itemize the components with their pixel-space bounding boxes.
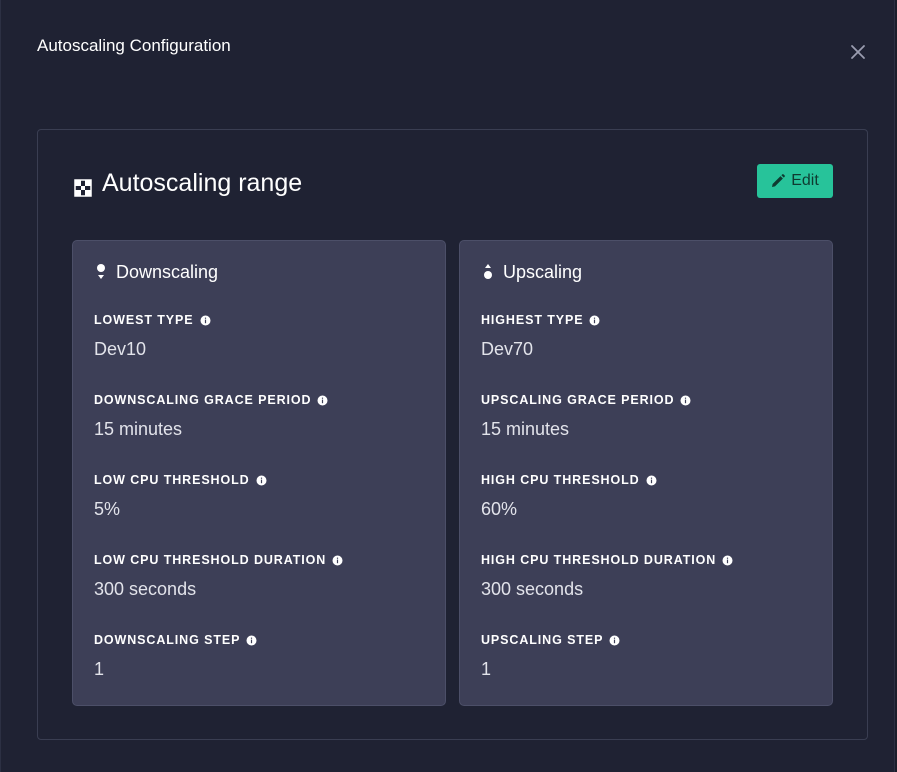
info-icon[interactable]	[646, 475, 657, 486]
autoscaling-modal: Autoscaling Configuration Autoscaling ra…	[0, 0, 895, 772]
field-label: DOWNSCALING GRACE PERIOD	[94, 393, 311, 408]
downscaling-title-text: Downscaling	[116, 261, 218, 283]
upscale-icon	[481, 263, 495, 281]
field-label: HIGHEST TYPE	[481, 313, 583, 328]
info-icon[interactable]	[317, 395, 328, 406]
info-icon[interactable]	[680, 395, 691, 406]
info-icon[interactable]	[200, 315, 211, 326]
low-cpu-threshold-duration-field: LOW CPU THRESHOLD DURATION 300 seconds	[94, 553, 343, 600]
info-icon[interactable]	[246, 635, 257, 646]
info-icon[interactable]	[609, 635, 620, 646]
downscaling-step-field: DOWNSCALING STEP 1	[94, 633, 257, 680]
field-label: LOW CPU THRESHOLD	[94, 473, 250, 488]
upscaling-title-text: Upscaling	[503, 261, 582, 283]
info-icon[interactable]	[722, 555, 733, 566]
pencil-icon	[771, 174, 785, 188]
lowest-type-field: LOWEST TYPE Dev10	[94, 313, 211, 360]
highest-type-field: HIGHEST TYPE Dev70	[481, 313, 600, 360]
panel-heading-text: Autoscaling range	[102, 168, 302, 198]
field-value: 15 minutes	[481, 418, 691, 440]
info-icon[interactable]	[332, 555, 343, 566]
downscaling-grace-period-field: DOWNSCALING GRACE PERIOD 15 minutes	[94, 393, 328, 440]
field-value: 15 minutes	[94, 418, 328, 440]
field-value: 300 seconds	[481, 578, 733, 600]
edit-button[interactable]: Edit	[757, 164, 833, 198]
field-value: 1	[94, 658, 257, 680]
info-icon[interactable]	[589, 315, 600, 326]
field-value: 5%	[94, 498, 267, 520]
field-value: 300 seconds	[94, 578, 343, 600]
modal-title: Autoscaling Configuration	[37, 36, 231, 56]
low-cpu-threshold-field: LOW CPU THRESHOLD 5%	[94, 473, 267, 520]
field-value: 60%	[481, 498, 657, 520]
downscale-icon	[94, 263, 108, 281]
info-icon[interactable]	[256, 475, 267, 486]
autoscaling-range-panel: Autoscaling range Edit Downscali	[37, 129, 868, 740]
field-label: LOW CPU THRESHOLD DURATION	[94, 553, 326, 568]
field-value: 1	[481, 658, 620, 680]
upscaling-title: Upscaling	[481, 261, 582, 283]
field-label: LOWEST TYPE	[94, 313, 194, 328]
field-value: Dev10	[94, 338, 211, 360]
field-label: UPSCALING STEP	[481, 633, 603, 648]
field-label: HIGH CPU THRESHOLD DURATION	[481, 553, 716, 568]
field-label: HIGH CPU THRESHOLD	[481, 473, 640, 488]
expand-icon	[74, 174, 92, 192]
field-value: Dev70	[481, 338, 600, 360]
panel-heading: Autoscaling range	[74, 168, 302, 198]
downscaling-card: Downscaling LOWEST TYPE Dev10 DOWNSCALIN…	[72, 240, 446, 706]
field-label: DOWNSCALING STEP	[94, 633, 240, 648]
edit-button-label: Edit	[791, 172, 819, 190]
upscaling-grace-period-field: UPSCALING GRACE PERIOD 15 minutes	[481, 393, 691, 440]
upscaling-step-field: UPSCALING STEP 1	[481, 633, 620, 680]
high-cpu-threshold-duration-field: HIGH CPU THRESHOLD DURATION 300 seconds	[481, 553, 733, 600]
high-cpu-threshold-field: HIGH CPU THRESHOLD 60%	[481, 473, 657, 520]
field-label: UPSCALING GRACE PERIOD	[481, 393, 674, 408]
close-icon[interactable]	[847, 41, 869, 63]
upscaling-card: Upscaling HIGHEST TYPE Dev70 UPSCALING G…	[459, 240, 833, 706]
downscaling-title: Downscaling	[94, 261, 218, 283]
